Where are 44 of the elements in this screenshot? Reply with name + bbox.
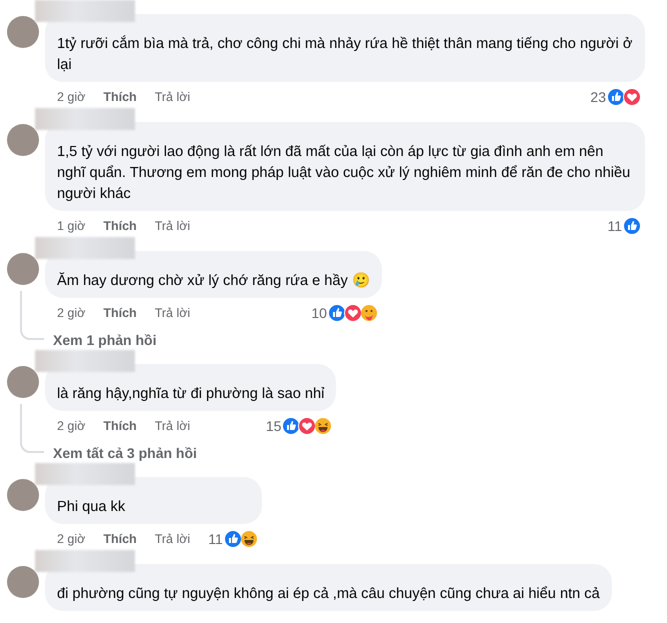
view-replies-link[interactable]: Xem tất cả 3 phản hồi — [45, 435, 197, 461]
hugging-face-icon — [360, 304, 378, 322]
laughing-face-icon — [240, 530, 258, 548]
avatar[interactable] — [7, 479, 39, 511]
thumbs-up-icon — [282, 417, 300, 435]
comment-text: Ăm hay dương chờ xử lý chớ răng rứa e hầy 🥲 — [57, 273, 370, 289]
comment-time[interactable]: 2 giờ — [57, 419, 86, 433]
like-link[interactable]: Thích — [103, 306, 137, 320]
comment-text: 1tỷ rưỡi cắm bìa mà trả, chơ công chi mà nhảy rứa hề thiệt thân mang tiếng cho người ở lại — [57, 36, 632, 73]
like-link[interactable]: Thích — [103, 90, 137, 104]
comment-text: Phi qua kk — [57, 499, 126, 515]
comment-time[interactable]: 1 giờ — [57, 219, 86, 233]
reaction-count[interactable]: 11 — [607, 218, 622, 234]
comment-text: đi phường cũng tự nguyện không ai ép cả ,mà câu chuyện cũng chưa ai hiểu ntn cả — [57, 586, 600, 602]
thumbs-up-icon — [607, 88, 625, 106]
reaction-count[interactable]: 23 — [590, 89, 606, 105]
like-link[interactable]: Thích — [103, 419, 137, 433]
reply-link[interactable]: Trả lời — [154, 419, 190, 433]
laughing-face-icon — [314, 417, 332, 435]
comment-time[interactable]: 2 giờ — [57, 532, 86, 546]
reply-link[interactable]: Trả lời — [154, 219, 190, 233]
thumbs-up-icon — [224, 530, 242, 548]
avatar[interactable] — [7, 366, 39, 398]
like-link[interactable]: Thích — [103, 532, 137, 546]
reply-link[interactable]: Trả lời — [154, 532, 190, 546]
comment-text: là răng hậy,nghĩa từ đi phường là sao nhỉ — [57, 386, 324, 402]
comment-time[interactable]: 2 giờ — [57, 306, 86, 320]
reaction-count[interactable]: 15 — [266, 418, 282, 434]
reaction-count[interactable]: 10 — [311, 305, 327, 321]
comment-text: 1,5 tỷ với người lao động là rất lớn đã mất của lại còn áp lực từ gia đình anh em nên nghĩ quẩn. Thương em mong pháp luật vào cuộc xử lý nghiêm minh để răn đe cho nhiều người khác — [57, 144, 630, 202]
reaction-count[interactable]: 11 — [208, 531, 223, 547]
reply-link[interactable]: Trả lời — [154, 306, 190, 320]
thread-line — [20, 404, 44, 453]
reply-link[interactable]: Trả lời — [154, 90, 190, 104]
like-link[interactable]: Thích — [103, 219, 137, 233]
thread-line — [20, 291, 44, 340]
comment-time[interactable]: 2 giờ — [57, 90, 86, 104]
avatar[interactable] — [7, 253, 39, 285]
thumbs-up-icon — [328, 304, 346, 322]
thumbs-up-icon — [623, 217, 641, 235]
avatar[interactable] — [7, 566, 39, 598]
avatar[interactable] — [7, 16, 39, 48]
avatar[interactable] — [7, 124, 39, 156]
view-replies-link[interactable]: Xem 1 phản hồi — [45, 322, 156, 348]
